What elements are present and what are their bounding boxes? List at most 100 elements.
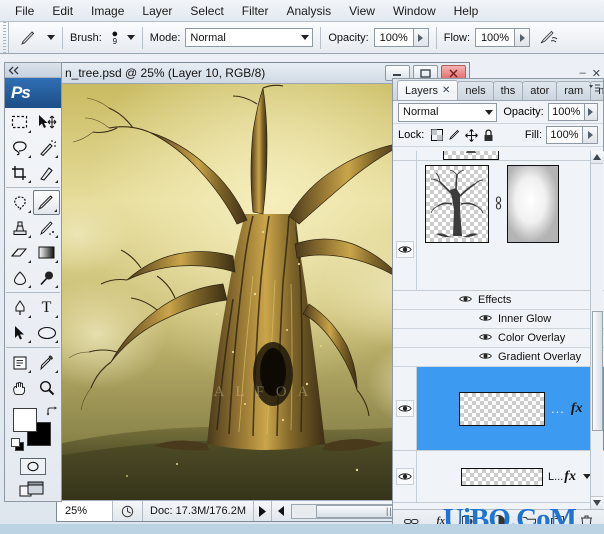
flow-slider-button[interactable] [515, 28, 530, 47]
menu-item-select[interactable]: Select [181, 2, 232, 20]
layer-row-bottom[interactable]: L... fx [393, 451, 604, 503]
layers-panel: – ✕ Layers ✕ nels ths ator ram nfo [392, 78, 604, 534]
menu-item-filter[interactable]: Filter [233, 2, 278, 20]
eraser-tool[interactable] [6, 240, 33, 265]
tab-channels[interactable]: nels [457, 81, 493, 100]
play-triangle-icon[interactable] [253, 501, 271, 521]
menu-item-window[interactable]: Window [384, 2, 445, 20]
lock-transparent-icon[interactable] [429, 128, 445, 143]
eye-icon[interactable] [479, 313, 492, 325]
airbrush-icon[interactable] [534, 25, 564, 51]
effect-row-gradient-overlay[interactable]: Gradient Overlay [393, 348, 604, 367]
eyedropper-tool[interactable] [33, 350, 60, 375]
brush-tool[interactable] [33, 190, 60, 215]
move-tool[interactable] [33, 110, 60, 135]
default-colors-icon[interactable] [11, 438, 20, 447]
menu-item-analysis[interactable]: Analysis [277, 2, 340, 20]
history-brush-tool[interactable] [33, 215, 60, 240]
layer-fill-slider[interactable] [583, 126, 598, 144]
menu-item-edit[interactable]: Edit [43, 2, 82, 20]
tab-histogram[interactable]: ram [556, 81, 591, 100]
effect-row-color-overlay[interactable]: Color Overlay [393, 329, 604, 348]
layer-thumbnail[interactable] [459, 392, 545, 426]
magic-wand-tool[interactable] [33, 135, 60, 160]
opacity-slider-button[interactable] [414, 28, 429, 47]
effect-row-inner-glow[interactable]: Inner Glow [393, 310, 604, 329]
lock-row: Lock: Fill: 100% [393, 124, 603, 147]
layers-list[interactable]: Effects Inner Glow Color [393, 151, 604, 509]
dodge-tool[interactable] [33, 265, 60, 290]
eye-icon[interactable] [459, 294, 472, 306]
eye-icon[interactable] [479, 332, 492, 344]
eye-icon[interactable] [479, 351, 492, 363]
left-arrow-icon[interactable] [271, 501, 289, 521]
link-icon[interactable] [492, 196, 504, 213]
layer-thumbnail[interactable] [425, 165, 489, 243]
menu-item-layer[interactable]: Layer [133, 2, 181, 20]
brush-size-preview[interactable]: ● 9 [107, 29, 123, 46]
layer-blend-mode-select[interactable]: Normal [398, 103, 497, 122]
eye-icon[interactable] [396, 241, 414, 258]
eye-icon[interactable] [396, 400, 414, 417]
menu-item-file[interactable]: File [6, 2, 43, 20]
layers-vertical-scrollbar[interactable] [590, 151, 603, 509]
menu-item-help[interactable]: Help [445, 2, 488, 20]
lasso-tool[interactable] [6, 135, 33, 160]
screen-mode-icon[interactable] [19, 480, 47, 501]
hand-tool[interactable] [6, 375, 33, 400]
active-tool-icon[interactable] [13, 25, 43, 51]
path-selection-tool[interactable] [6, 320, 33, 345]
lock-all-icon[interactable] [480, 128, 496, 143]
layer-opacity-input[interactable]: 100% [548, 103, 585, 121]
type-tool[interactable]: T [33, 295, 60, 320]
chevron-down-icon [485, 110, 493, 115]
layer-thumbnail[interactable] [461, 468, 543, 486]
pen-tool[interactable] [6, 295, 33, 320]
scroll-up-arrow[interactable] [591, 151, 603, 164]
tool-preset-chevron-down-icon[interactable] [47, 35, 55, 40]
slice-tool[interactable] [33, 160, 60, 185]
brush-picker-chevron-down-icon[interactable] [127, 35, 135, 40]
layer-mask-thumbnail[interactable] [507, 165, 559, 243]
quick-mask-icon[interactable] [20, 458, 46, 475]
marquee-tool[interactable] [6, 110, 33, 135]
tab-navigator[interactable]: ator [522, 81, 557, 100]
eye-icon[interactable] [396, 468, 414, 485]
scroll-down-arrow[interactable] [591, 496, 603, 509]
fx-badge-icon[interactable]: fx [564, 469, 576, 485]
menu-item-view[interactable]: View [340, 2, 384, 20]
menu-item-image[interactable]: Image [82, 2, 133, 20]
ellipse-shape-tool[interactable] [33, 320, 60, 345]
close-icon[interactable]: ✕ [442, 85, 450, 96]
zoom-level-input[interactable]: 25% [57, 501, 113, 521]
layer-row-partial-top[interactable] [393, 151, 604, 161]
fx-badge-icon[interactable]: fx [571, 401, 583, 417]
layer-row-tree-masked[interactable] [393, 161, 604, 291]
flow-input[interactable]: 100% [475, 28, 515, 47]
layer-opacity-slider[interactable] [585, 103, 598, 121]
foreground-color-swatch[interactable] [13, 408, 37, 432]
layer-thumbnail[interactable] [443, 151, 499, 160]
blur-tool[interactable] [6, 265, 33, 290]
clock-icon[interactable] [113, 501, 143, 521]
clone-stamp-tool[interactable] [6, 215, 33, 240]
layer-row-selected[interactable]: ... fx [393, 367, 604, 451]
tab-paths[interactable]: ths [493, 81, 524, 100]
opacity-input[interactable]: 100% [374, 28, 414, 47]
tab-layers[interactable]: Layers ✕ [397, 80, 458, 100]
zoom-tool[interactable] [33, 375, 60, 400]
scroll-thumb[interactable] [592, 311, 603, 431]
toolbox-collapse-button[interactable] [5, 63, 61, 78]
swap-colors-icon[interactable] [46, 406, 59, 420]
healing-brush-tool[interactable] [6, 190, 33, 215]
blend-mode-select[interactable]: Normal [185, 28, 313, 47]
gradient-tool[interactable] [33, 240, 60, 265]
effects-group-row[interactable]: Effects [393, 291, 604, 310]
notes-tool[interactable] [6, 350, 33, 375]
lock-image-icon[interactable] [446, 128, 462, 143]
crop-tool[interactable] [6, 160, 33, 185]
layer-fill-input[interactable]: 100% [546, 126, 583, 144]
panel-menu-icon[interactable] [587, 83, 601, 95]
lock-position-icon[interactable] [463, 128, 479, 143]
options-bar-grip[interactable] [0, 22, 9, 53]
